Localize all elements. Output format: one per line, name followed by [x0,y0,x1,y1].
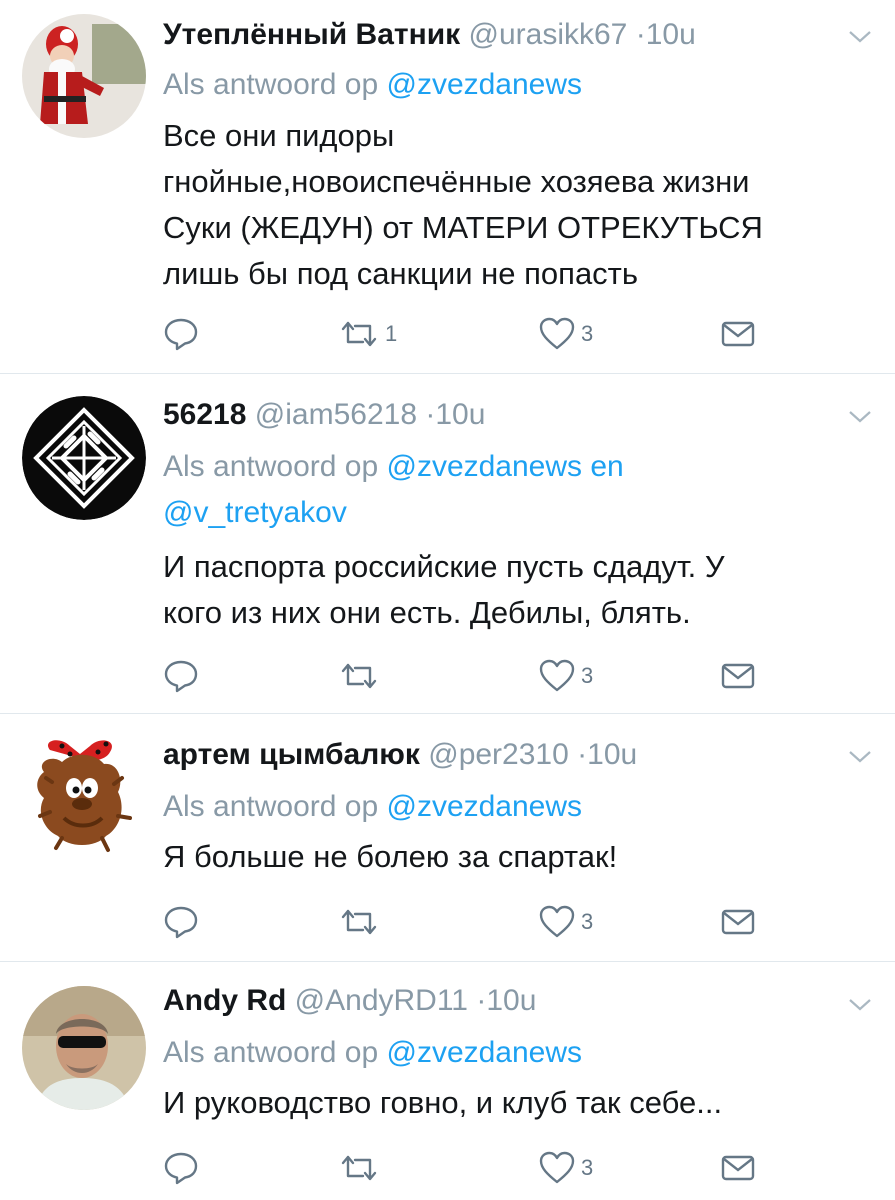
reply-icon [164,660,198,693]
retweet-icon [341,909,377,935]
avatar[interactable] [22,14,146,138]
separator-dot: · [577,738,588,771]
retweet-count: 1 [385,321,398,346]
chevron-down-icon[interactable] [847,994,873,1014]
reply-icon [164,1152,198,1185]
action-bar: 1 3 [163,314,773,354]
tweet-text: И руководство говно, и клуб так себе... [163,1080,865,1126]
reply-button[interactable] [163,1148,199,1188]
tweet-header: артем цымбалюк @per2310 ·10u [163,734,637,776]
mention-link[interactable]: @zvezdanews [386,450,582,483]
like-button[interactable]: 3 [539,656,593,696]
chevron-down-icon[interactable] [847,26,873,46]
reply-prefix: Als antwoord op [163,1036,379,1069]
timestamp[interactable]: 10u [646,18,696,51]
tweet-text-line: Суки (ЖЕДУН) от МАТЕРИ ОТРЕКУТЬСЯ [163,210,763,245]
reply-button[interactable] [163,902,199,942]
separator-dot: · [635,18,646,51]
reply-prefix: Als antwoord op [163,68,379,101]
action-bar: 3 [163,1148,773,1188]
message-button[interactable] [721,902,755,942]
avatar[interactable] [22,396,146,520]
tweet-header: 56218 @iam56218 ·10u [163,394,485,436]
mention-link[interactable]: @zvezdanews [386,1036,582,1069]
message-button[interactable] [721,314,755,354]
tweet-text-line: Я больше не болею за спартак! [163,839,618,874]
user-handle[interactable]: @AndyRD11 [295,984,468,1017]
separator-dot: · [425,398,436,431]
avatar[interactable] [22,732,146,856]
mention-link[interactable]: @zvezdanews [386,790,582,823]
separator-dot: · [476,984,487,1017]
tweet-text-line: кого из них они есть. Дебилы, блять. [163,595,691,630]
like-count: 3 [581,909,594,934]
like-button[interactable]: 3 [539,902,593,942]
like-button[interactable]: 3 [539,1148,593,1188]
display-name[interactable]: Утеплённый Ватник [163,18,460,51]
display-name[interactable]: 56218 [163,398,246,431]
timestamp[interactable]: 10u [435,398,485,431]
tweet-text-line: И паспорта российские пусть сдадут. У [163,549,725,584]
user-handle[interactable]: @iam56218 [255,398,417,431]
message-icon [721,663,755,689]
like-icon [539,1151,575,1184]
like-icon [539,905,575,938]
reply-prefix: Als antwoord op [163,450,379,483]
user-handle[interactable]: @urasikk67 [469,18,628,51]
tweet-text-line: И руководство говно, и клуб так себе... [163,1085,723,1120]
retweet-button[interactable]: 1 [339,314,397,354]
like-icon [539,659,575,692]
like-count: 3 [581,663,594,688]
tweet[interactable]: Утеплённый Ватник @urasikk67 ·10u Als an… [0,0,895,374]
tweet-text: Все они пидоры гнойные,новоиспечённые хо… [163,113,865,297]
retweet-button[interactable] [339,902,385,942]
mention-link[interactable]: @v_tretyakov [163,496,347,529]
tweet-text-line: гнойные,новоиспечённые хозяева жизни [163,164,750,199]
chevron-down-icon[interactable] [847,406,873,426]
message-button[interactable] [721,656,755,696]
tweet-text-line: Все они пидоры [163,118,395,153]
retweet-button[interactable] [339,1148,385,1188]
chevron-down-icon[interactable] [847,746,873,766]
like-button[interactable]: 3 [539,314,593,354]
action-bar: 3 [163,656,773,696]
retweet-icon [341,663,377,689]
reply-button[interactable] [163,314,199,354]
reply-context: Als antwoord op @zvezdanews [163,784,582,830]
user-handle[interactable]: @per2310 [428,738,569,771]
message-icon [721,909,755,935]
retweet-icon [341,321,377,347]
tweet-text-line: лишь бы под санкции не попасть [163,256,639,291]
display-name[interactable]: Andy Rd [163,984,286,1017]
tweet-text: Я больше не болею за спартак! [163,834,865,880]
reply-joiner: en [590,450,624,483]
retweet-icon [341,1155,377,1181]
tweet-header: Andy Rd @AndyRD11 ·10u [163,980,536,1022]
reply-icon [164,906,198,939]
tweet[interactable]: 56218 @iam56218 ·10u Als antwoord op @zv… [0,374,895,714]
reply-context: Als antwoord op @zvezdanews [163,1030,582,1076]
display-name[interactable]: артем цымбалюк [163,738,420,771]
message-icon [721,1155,755,1181]
reply-context: Als antwoord op @zvezdanews en @v_tretya… [163,444,763,536]
tweet-text: И паспорта российские пусть сдадут. У ко… [163,544,865,636]
tweet[interactable]: Andy Rd @AndyRD11 ·10u Als antwoord op @… [0,962,895,1200]
action-bar: 3 [163,902,773,942]
reply-icon [164,318,198,351]
reply-prefix: Als antwoord op [163,790,379,823]
reply-context: Als antwoord op @zvezdanews [163,62,582,108]
tweet[interactable]: артем цымбалюк @per2310 ·10u Als antwoor… [0,714,895,962]
timestamp[interactable]: 10u [587,738,637,771]
mention-link[interactable]: @zvezdanews [386,68,582,101]
timestamp[interactable]: 10u [486,984,536,1017]
avatar[interactable] [22,986,146,1110]
retweet-button[interactable] [339,656,385,696]
message-button[interactable] [721,1148,755,1188]
reply-button[interactable] [163,656,199,696]
like-count: 3 [581,1155,594,1180]
like-icon [539,317,575,350]
message-icon [721,321,755,347]
tweet-header: Утеплённый Ватник @urasikk67 ·10u [163,14,696,56]
like-count: 3 [581,321,594,346]
